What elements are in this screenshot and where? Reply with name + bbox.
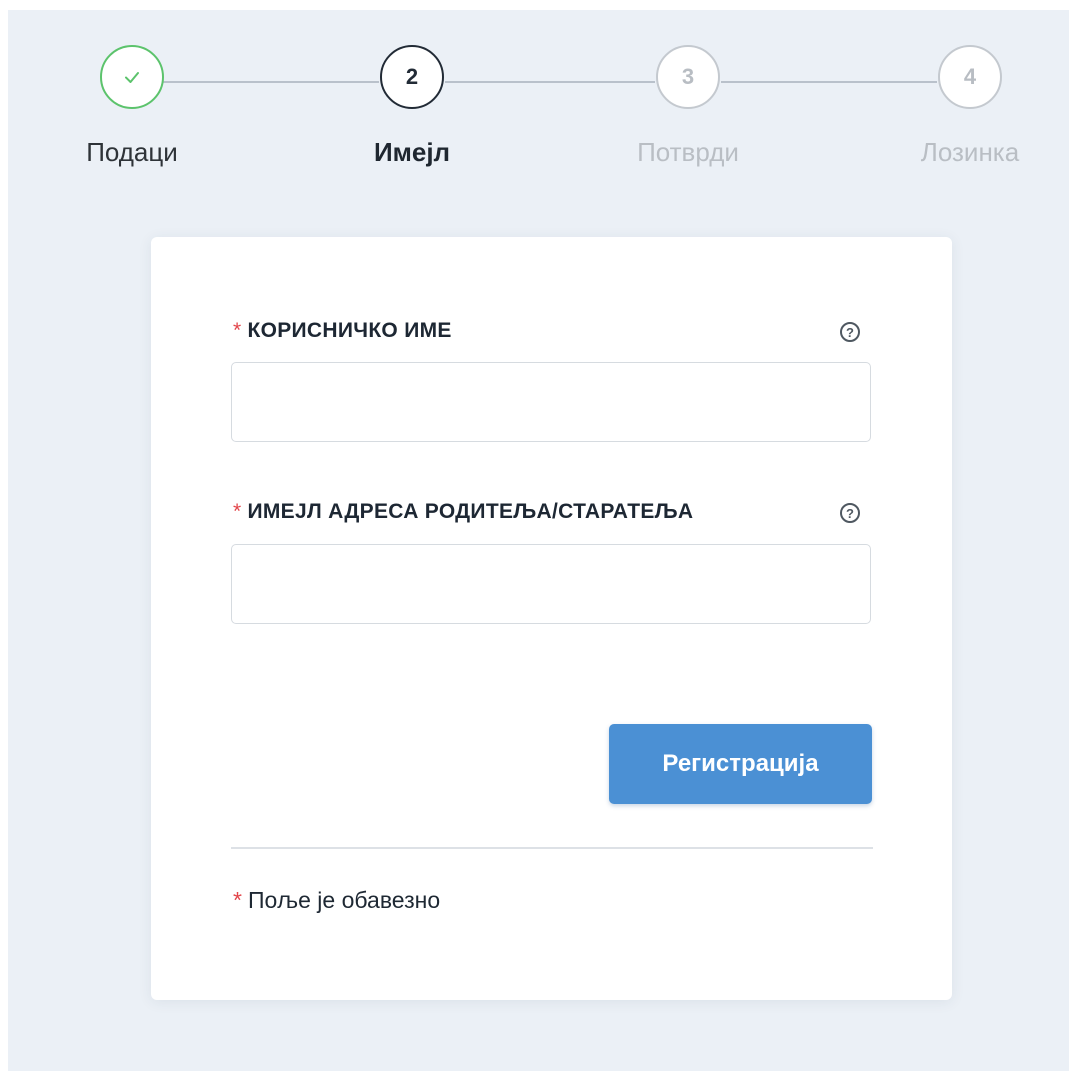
registration-stepper: Подаци 2 Имејл 3 Потврди 4 Лозинка bbox=[8, 10, 1069, 210]
username-input[interactable] bbox=[231, 362, 871, 442]
step-1: Подаци bbox=[32, 45, 232, 167]
registration-page: Подаци 2 Имејл 3 Потврди 4 Лозинка * КОРИ… bbox=[8, 10, 1069, 1071]
step-2-label: Имејл bbox=[373, 137, 451, 167]
step-4-circle: 4 bbox=[938, 45, 1002, 109]
required-asterisk: * bbox=[233, 887, 242, 913]
step-4: 4 Лозинка bbox=[870, 45, 1069, 167]
required-asterisk: * bbox=[233, 500, 242, 523]
registration-form-card: * КОРИСНИЧКО ИМЕ ? * ИМЕЈЛ АДРЕСА РОДИТЕЉА… bbox=[151, 237, 952, 1000]
step-1-label: Подаци bbox=[86, 137, 178, 167]
step-3-circle: 3 bbox=[656, 45, 720, 109]
register-button[interactable]: Регистрација bbox=[609, 724, 872, 804]
step-4-label: Лозинка bbox=[920, 137, 1020, 167]
username-label: * КОРИСНИЧКО ИМЕ bbox=[233, 319, 452, 343]
required-field-note-text: Поље је обавезно bbox=[247, 887, 441, 913]
username-help-icon[interactable]: ? bbox=[840, 322, 860, 342]
checkmark-icon bbox=[125, 72, 139, 83]
step-1-circle bbox=[100, 45, 164, 109]
guardian-email-input[interactable] bbox=[231, 544, 871, 624]
guardian-email-label: * ИМЕЈЛ АДРЕСА РОДИТЕЉА/СТАРАТЕЉА bbox=[233, 500, 693, 524]
step-2-circle: 2 bbox=[380, 45, 444, 109]
step-3-label: Потврди bbox=[637, 137, 739, 167]
required-field-note: * Поље је обавезно bbox=[233, 887, 440, 914]
step-2: 2 Имејл bbox=[312, 45, 512, 167]
guardian-email-label-text: ИМЕЈЛ АДРЕСА РОДИТЕЉА/СТАРАТЕЉА bbox=[247, 500, 694, 523]
step-3: 3 Потврди bbox=[588, 45, 788, 167]
form-divider bbox=[231, 847, 873, 849]
username-label-text: КОРИСНИЧКО ИМЕ bbox=[247, 319, 452, 342]
guardian-email-help-icon[interactable]: ? bbox=[840, 503, 860, 523]
required-asterisk: * bbox=[233, 319, 242, 342]
